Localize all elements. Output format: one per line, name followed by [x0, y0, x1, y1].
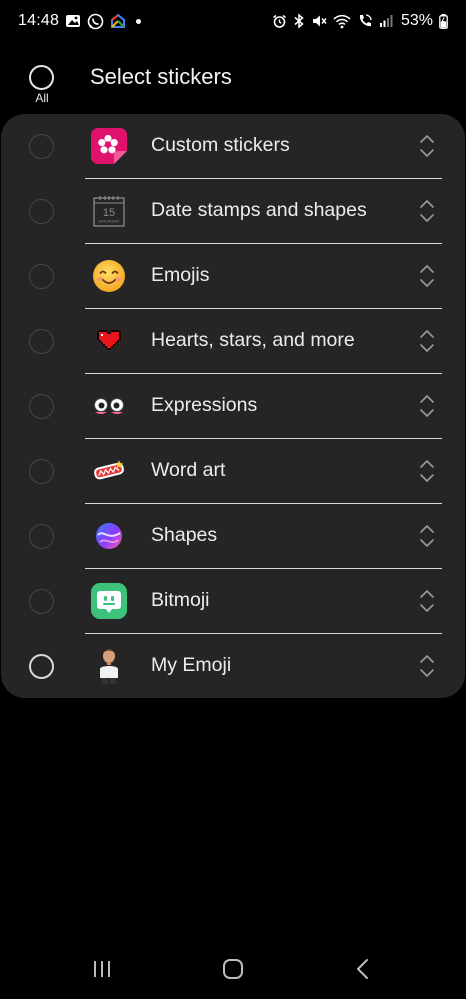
list-item-custom-stickers[interactable]: Custom stickers: [1, 114, 465, 179]
word-art-icon: [90, 452, 128, 490]
date-number: 15: [103, 207, 115, 219]
status-time: 14:48: [18, 12, 60, 29]
battery-charging-icon: [439, 13, 448, 29]
signal-icon: [379, 14, 393, 28]
row-label: Expressions: [151, 394, 258, 416]
select-header: All Select stickers: [0, 58, 466, 108]
expand-collapse-icon[interactable]: [418, 393, 436, 419]
list-item-shapes[interactable]: Shapes: [1, 504, 465, 569]
row-checkbox[interactable]: [29, 199, 54, 224]
row-label: Word art: [151, 459, 226, 481]
google-home-icon: [110, 13, 126, 29]
row-label: Hearts, stars, and more: [151, 329, 355, 351]
row-checkbox[interactable]: [29, 589, 54, 614]
notification-dot-icon: [136, 18, 142, 24]
expand-collapse-icon[interactable]: [418, 588, 436, 614]
row-checkbox[interactable]: [29, 654, 54, 679]
gallery-icon: [65, 13, 81, 29]
custom-stickers-icon: [90, 127, 128, 165]
list-item-word-art[interactable]: Word art: [1, 439, 465, 504]
back-icon[interactable]: [343, 954, 383, 984]
list-item-emojis[interactable]: Emojis: [1, 244, 465, 309]
row-checkbox[interactable]: [29, 394, 54, 419]
row-label: Bitmoji: [151, 589, 210, 611]
expressions-eyes-icon: [90, 387, 128, 425]
calendar-date-icon: 15 SATURDAY: [90, 192, 128, 230]
row-checkbox[interactable]: [29, 459, 54, 484]
row-label: Date stamps and shapes: [151, 199, 367, 221]
expand-collapse-icon[interactable]: [418, 523, 436, 549]
shapes-orb-icon: [90, 517, 128, 555]
page-title: Select stickers: [90, 64, 232, 89]
bitmoji-icon: [90, 582, 128, 620]
expand-collapse-icon[interactable]: [418, 653, 436, 679]
row-checkbox[interactable]: [29, 264, 54, 289]
list-item-expressions[interactable]: Expressions: [1, 374, 465, 439]
home-icon[interactable]: [213, 954, 253, 984]
my-emoji-avatar-icon: [90, 647, 128, 685]
list-item-hearts-stars[interactable]: Hearts, stars, and more: [1, 309, 465, 374]
smiley-emoji-icon: [90, 257, 128, 295]
list-item-bitmoji[interactable]: Bitmoji: [1, 569, 465, 634]
row-label: Emojis: [151, 264, 210, 286]
alarm-icon: [272, 14, 287, 29]
expand-collapse-icon[interactable]: [418, 328, 436, 354]
row-checkbox[interactable]: [29, 524, 54, 549]
wifi-calling-icon: [357, 13, 373, 29]
status-bar-right: 53%: [272, 12, 448, 30]
row-label: My Emoji: [151, 654, 232, 676]
bluetooth-icon: [293, 13, 305, 29]
row-checkbox[interactable]: [29, 134, 54, 159]
screen: 14:48 53% All Select stickers Custom sti…: [0, 0, 466, 999]
status-bar-left: 14:48: [18, 12, 142, 30]
whatsapp-icon: [87, 13, 104, 30]
expand-collapse-icon[interactable]: [418, 133, 436, 159]
expand-collapse-icon[interactable]: [418, 263, 436, 289]
mute-icon: [311, 13, 327, 29]
recents-icon[interactable]: [82, 954, 122, 984]
wifi-icon: [333, 14, 351, 29]
row-label: Custom stickers: [151, 134, 290, 156]
list-item-my-emoji[interactable]: My Emoji: [1, 634, 465, 698]
navigation-bar: [0, 940, 466, 999]
expand-collapse-icon[interactable]: [418, 198, 436, 224]
list-item-date-stamps[interactable]: 15 SATURDAY Date stamps and shapes: [1, 179, 465, 244]
pixel-heart-icon: [90, 322, 128, 360]
battery-percentage: 53%: [400, 12, 433, 29]
select-all-checkbox[interactable]: [29, 65, 54, 90]
row-label: Shapes: [151, 524, 218, 546]
sticker-list: Custom stickers 15 SATURDAY Date stamps …: [1, 114, 465, 698]
select-all-label: All: [35, 91, 49, 105]
expand-collapse-icon[interactable]: [418, 458, 436, 484]
date-day: SATURDAY: [98, 219, 120, 224]
status-bar: 14:48 53%: [0, 0, 466, 42]
row-checkbox[interactable]: [29, 329, 54, 354]
